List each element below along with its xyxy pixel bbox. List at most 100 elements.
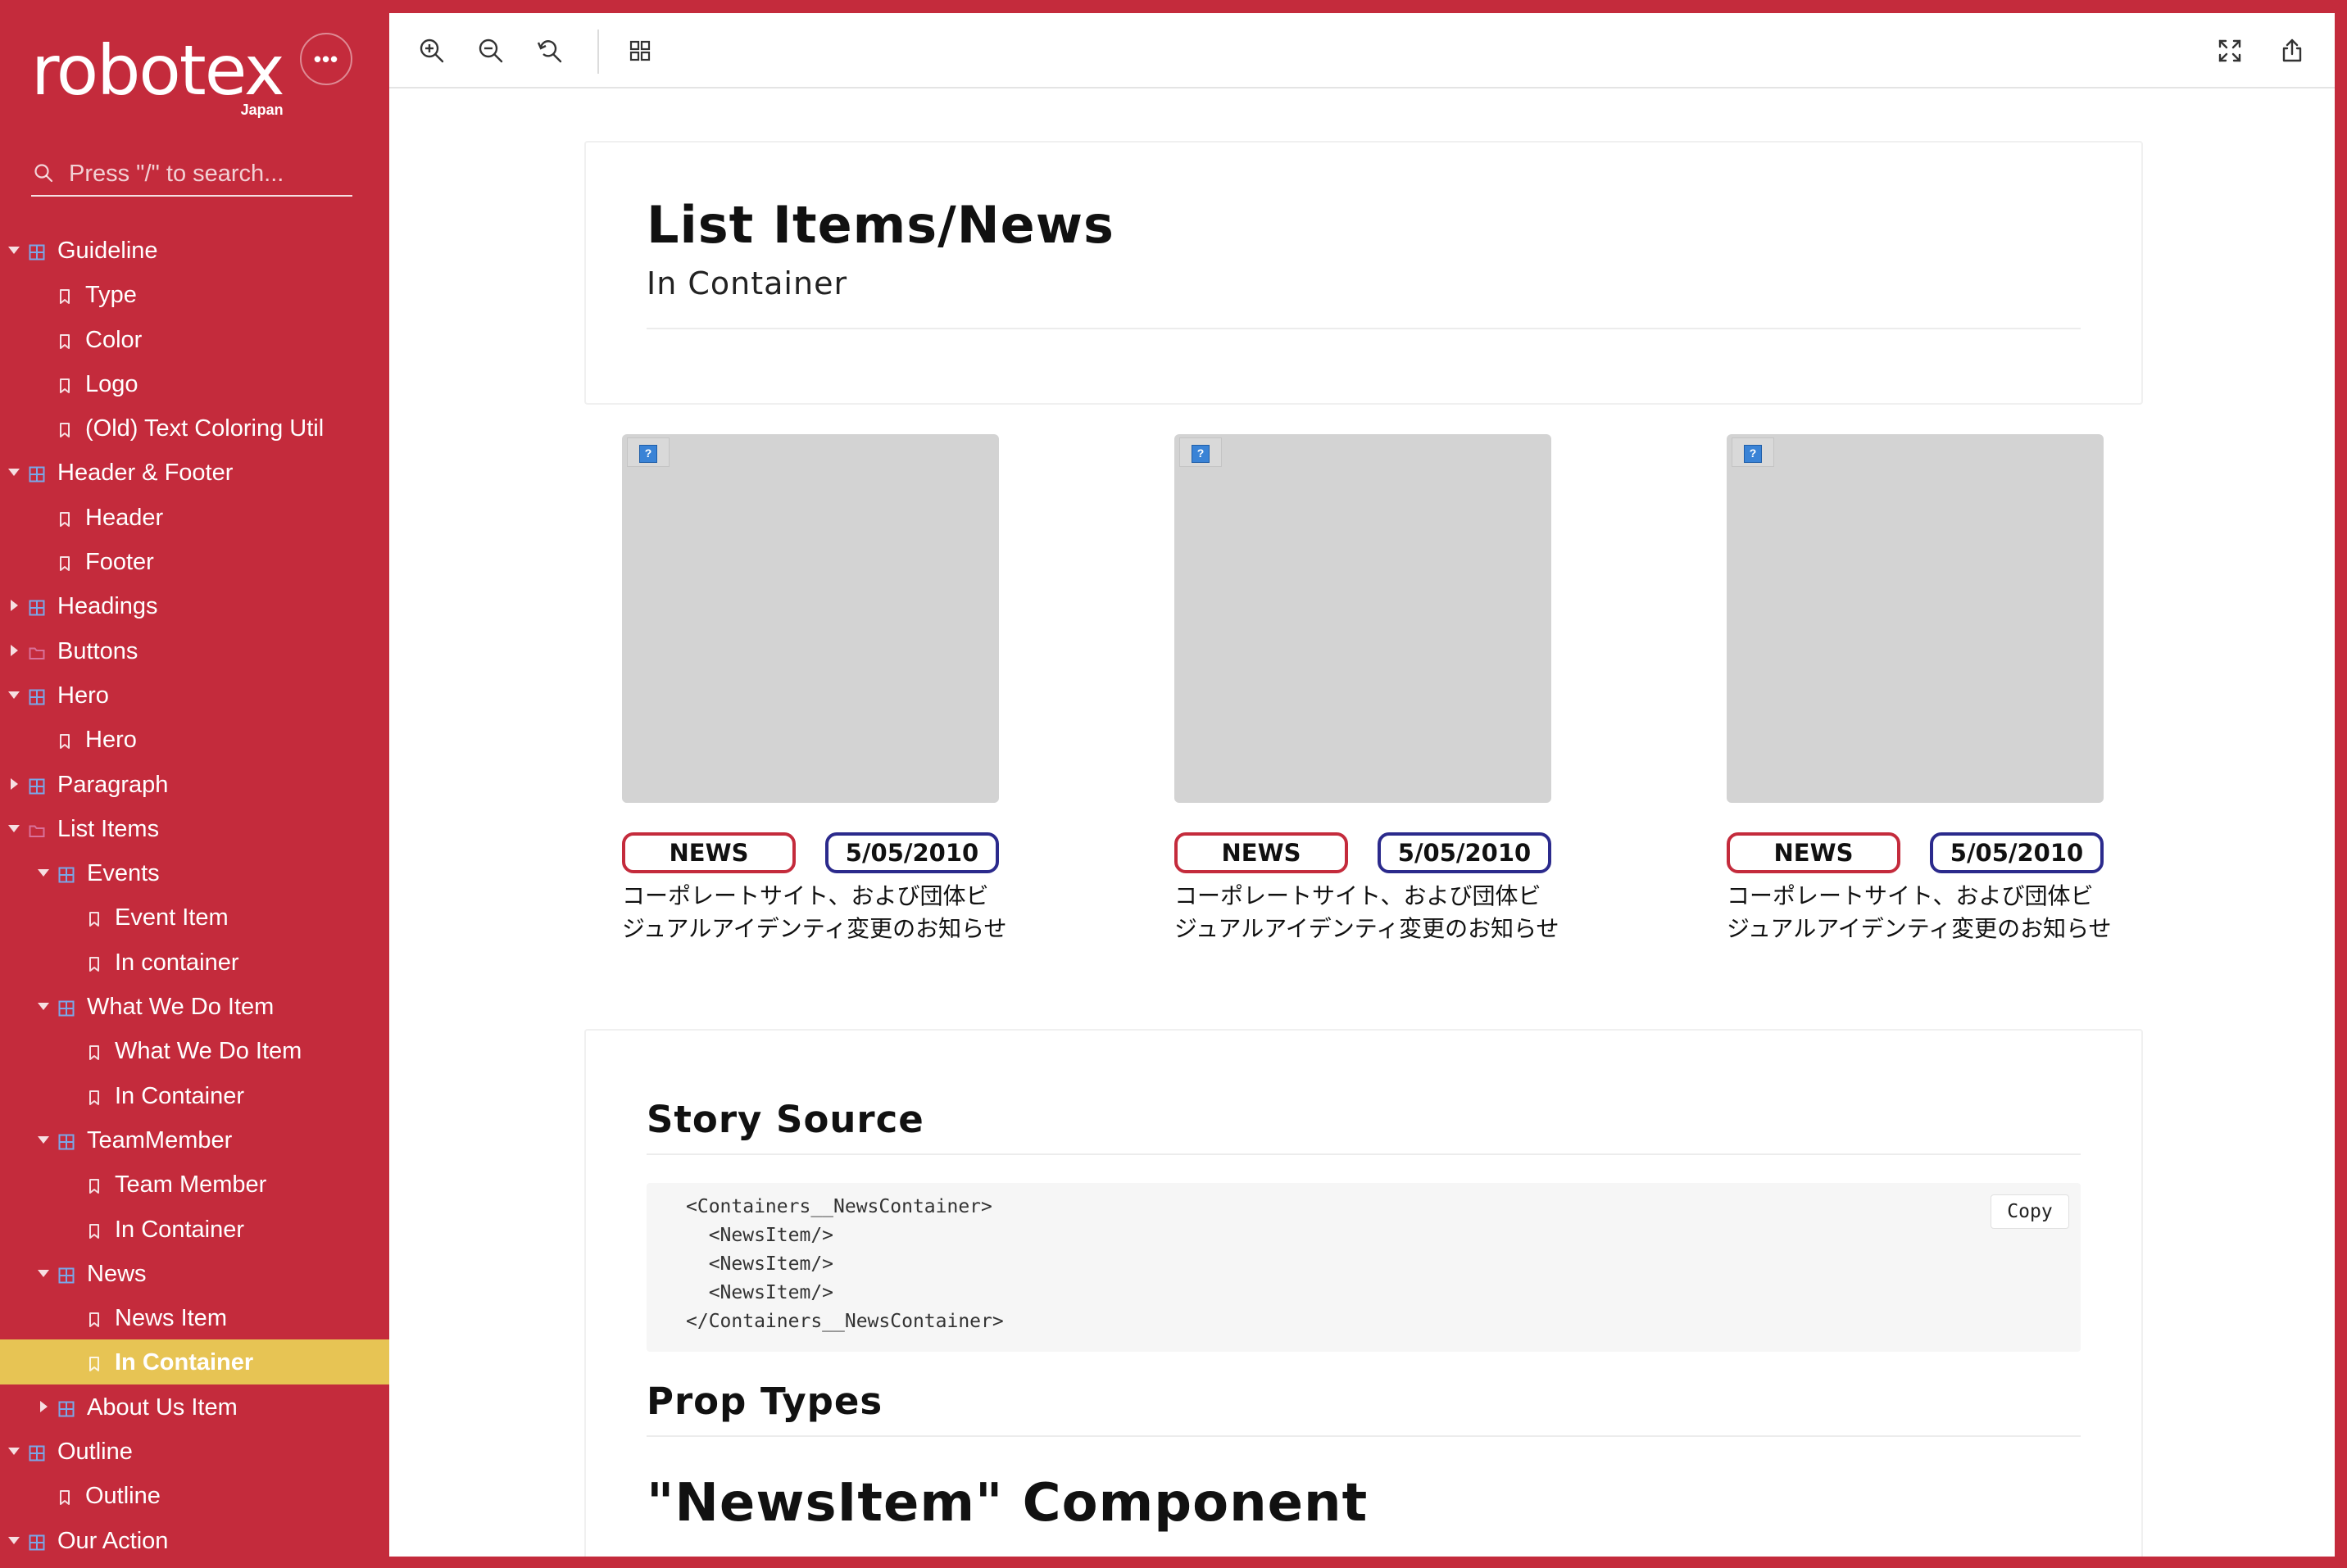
sidebar-item[interactable]: Paragraph <box>0 762 389 806</box>
sidebar-item-label: News Item <box>115 1305 227 1332</box>
sidebar-item[interactable]: News <box>0 1251 389 1295</box>
sidebar-item[interactable]: Header & Footer <box>0 450 389 494</box>
caret-down-icon[interactable] <box>8 244 20 256</box>
broken-image-icon <box>627 437 670 467</box>
bookmark-icon <box>85 1175 103 1194</box>
grid-button[interactable] <box>622 33 658 69</box>
sidebar-item-label: Hero <box>85 727 137 754</box>
sidebar-item-label: Events <box>87 860 160 887</box>
more-menu-button[interactable]: ••• <box>300 33 352 85</box>
sidebar-item[interactable]: In Container <box>0 1073 389 1117</box>
bookmark-icon <box>56 330 74 349</box>
sidebar-item[interactable]: News Item <box>0 1295 389 1339</box>
sidebar-item[interactable]: List Items <box>0 806 389 850</box>
fullscreen-button[interactable] <box>2212 33 2248 69</box>
news-title[interactable]: コーポレートサイト、および団体ビジュアルアイデンティ変更のお知らせ <box>622 880 1007 945</box>
zoom-in-button[interactable] <box>414 33 450 69</box>
share-button[interactable] <box>2274 33 2310 69</box>
sidebar-item-label: Hero <box>57 682 109 709</box>
component-icon <box>28 1442 46 1462</box>
bookmark-icon <box>56 552 74 572</box>
sidebar-item-label: Logo <box>85 370 138 397</box>
sidebar-item[interactable]: Buttons <box>0 628 389 673</box>
sidebar-item[interactable]: Type <box>0 272 389 316</box>
news-title[interactable]: コーポレートサイト、および団体ビジュアルアイデンティ変更のお知らせ <box>1727 880 2112 945</box>
docs-header: List Items/News In Container <box>584 141 2143 405</box>
sidebar-item[interactable]: TeamMember <box>0 1117 389 1162</box>
bookmark-icon <box>85 1086 103 1105</box>
sidebar-item[interactable]: Guideline <box>0 228 389 272</box>
sidebar-item[interactable]: Outline <box>0 1473 389 1517</box>
sidebar-item-label: Header & Footer <box>57 460 234 487</box>
brand-logo[interactable]: robotex Japan <box>31 30 285 118</box>
sidebar-item[interactable]: (Old) Text Coloring Util <box>0 406 389 450</box>
bookmark-icon <box>56 285 74 305</box>
search-icon <box>34 164 53 183</box>
sidebar-item[interactable]: What We Do Item <box>0 1028 389 1072</box>
sidebar-item[interactable]: Header <box>0 495 389 539</box>
sidebar-item[interactable]: Footer <box>0 539 389 583</box>
caret-right-icon[interactable] <box>8 600 20 612</box>
category-badge: NEWS <box>1174 832 1348 873</box>
component-heading: "NewsItem" Component <box>647 1473 1369 1534</box>
sidebar-item[interactable]: What We Do Item <box>0 984 389 1028</box>
component-icon <box>28 596 46 616</box>
search-box <box>31 156 352 197</box>
caret-down-icon[interactable] <box>8 1534 20 1546</box>
search-input[interactable] <box>69 156 347 192</box>
sidebar-item[interactable]: Outline <box>0 1429 389 1473</box>
caret-down-icon[interactable] <box>8 466 20 478</box>
divider <box>647 1153 2081 1155</box>
toolbar-divider <box>597 29 599 74</box>
copy-button[interactable]: Copy <box>1991 1194 2069 1229</box>
sidebar-item[interactable]: About Us Item <box>0 1384 389 1429</box>
sidebar-item[interactable]: Hero <box>0 717 389 761</box>
zoom-out-button[interactable] <box>473 33 509 69</box>
reset-zoom-button[interactable] <box>532 33 568 69</box>
caret-right-icon[interactable] <box>8 777 20 790</box>
caret-down-icon[interactable] <box>38 1134 49 1145</box>
component-icon <box>57 863 75 883</box>
caret-down-icon[interactable] <box>8 823 20 834</box>
caret-down-icon[interactable] <box>38 1000 49 1012</box>
sidebar-item[interactable]: Events <box>0 850 389 895</box>
sidebar-item-label: Our Action <box>57 1527 169 1554</box>
sidebar-item-label: What We Do Item <box>87 994 275 1021</box>
brand-name: robotex <box>31 30 285 111</box>
sidebar-item[interactable]: Team Member <box>0 1162 389 1206</box>
sidebar-item-label: Outline <box>57 1439 133 1466</box>
sidebar-item-label: Guideline <box>57 238 158 264</box>
sidebar-item[interactable]: Our Action <box>0 1518 389 1562</box>
bookmark-icon <box>56 374 74 393</box>
caret-down-icon[interactable] <box>8 689 20 700</box>
sidebar-item-label: (Old) Text Coloring Util <box>85 415 325 442</box>
component-icon <box>28 463 46 483</box>
sidebar-item-label: In Container <box>115 1082 244 1109</box>
caret-right-icon[interactable] <box>8 644 20 656</box>
caret-right-icon[interactable] <box>38 1400 49 1412</box>
sidebar-item[interactable]: In Container <box>0 1207 389 1251</box>
sidebar-item-label: Buttons <box>57 637 138 664</box>
caret-down-icon[interactable] <box>38 1267 49 1279</box>
sidebar-item[interactable]: Event Item <box>0 895 389 939</box>
zoom-in-icon <box>420 39 444 63</box>
sidebar-item[interactable]: Logo <box>0 361 389 406</box>
folder-icon <box>28 819 46 837</box>
sidebar-item[interactable]: In Container <box>0 1339 389 1384</box>
component-icon <box>57 1131 75 1150</box>
code-line: <Containers__NewsContainer> <box>686 1196 992 1217</box>
sidebar-item[interactable]: In container <box>0 940 389 984</box>
story-canvas: List Items/News In Container NEWS 5/05/2… <box>389 90 2335 1557</box>
sidebar-item[interactable]: Hero <box>0 673 389 717</box>
code-line: <NewsItem/> <box>686 1282 834 1303</box>
broken-image-icon <box>1732 437 1774 467</box>
bookmark-icon <box>85 1308 103 1328</box>
sidebar-item-label: Color <box>85 326 143 353</box>
sidebar-item[interactable]: Color <box>0 317 389 361</box>
code-line: </Containers__NewsContainer> <box>686 1311 1004 1332</box>
share-icon <box>2282 39 2302 62</box>
caret-down-icon[interactable] <box>8 1445 20 1457</box>
sidebar-item[interactable]: Headings <box>0 583 389 628</box>
news-title[interactable]: コーポレートサイト、および団体ビジュアルアイデンティ変更のお知らせ <box>1174 880 1559 945</box>
caret-down-icon[interactable] <box>38 867 49 878</box>
